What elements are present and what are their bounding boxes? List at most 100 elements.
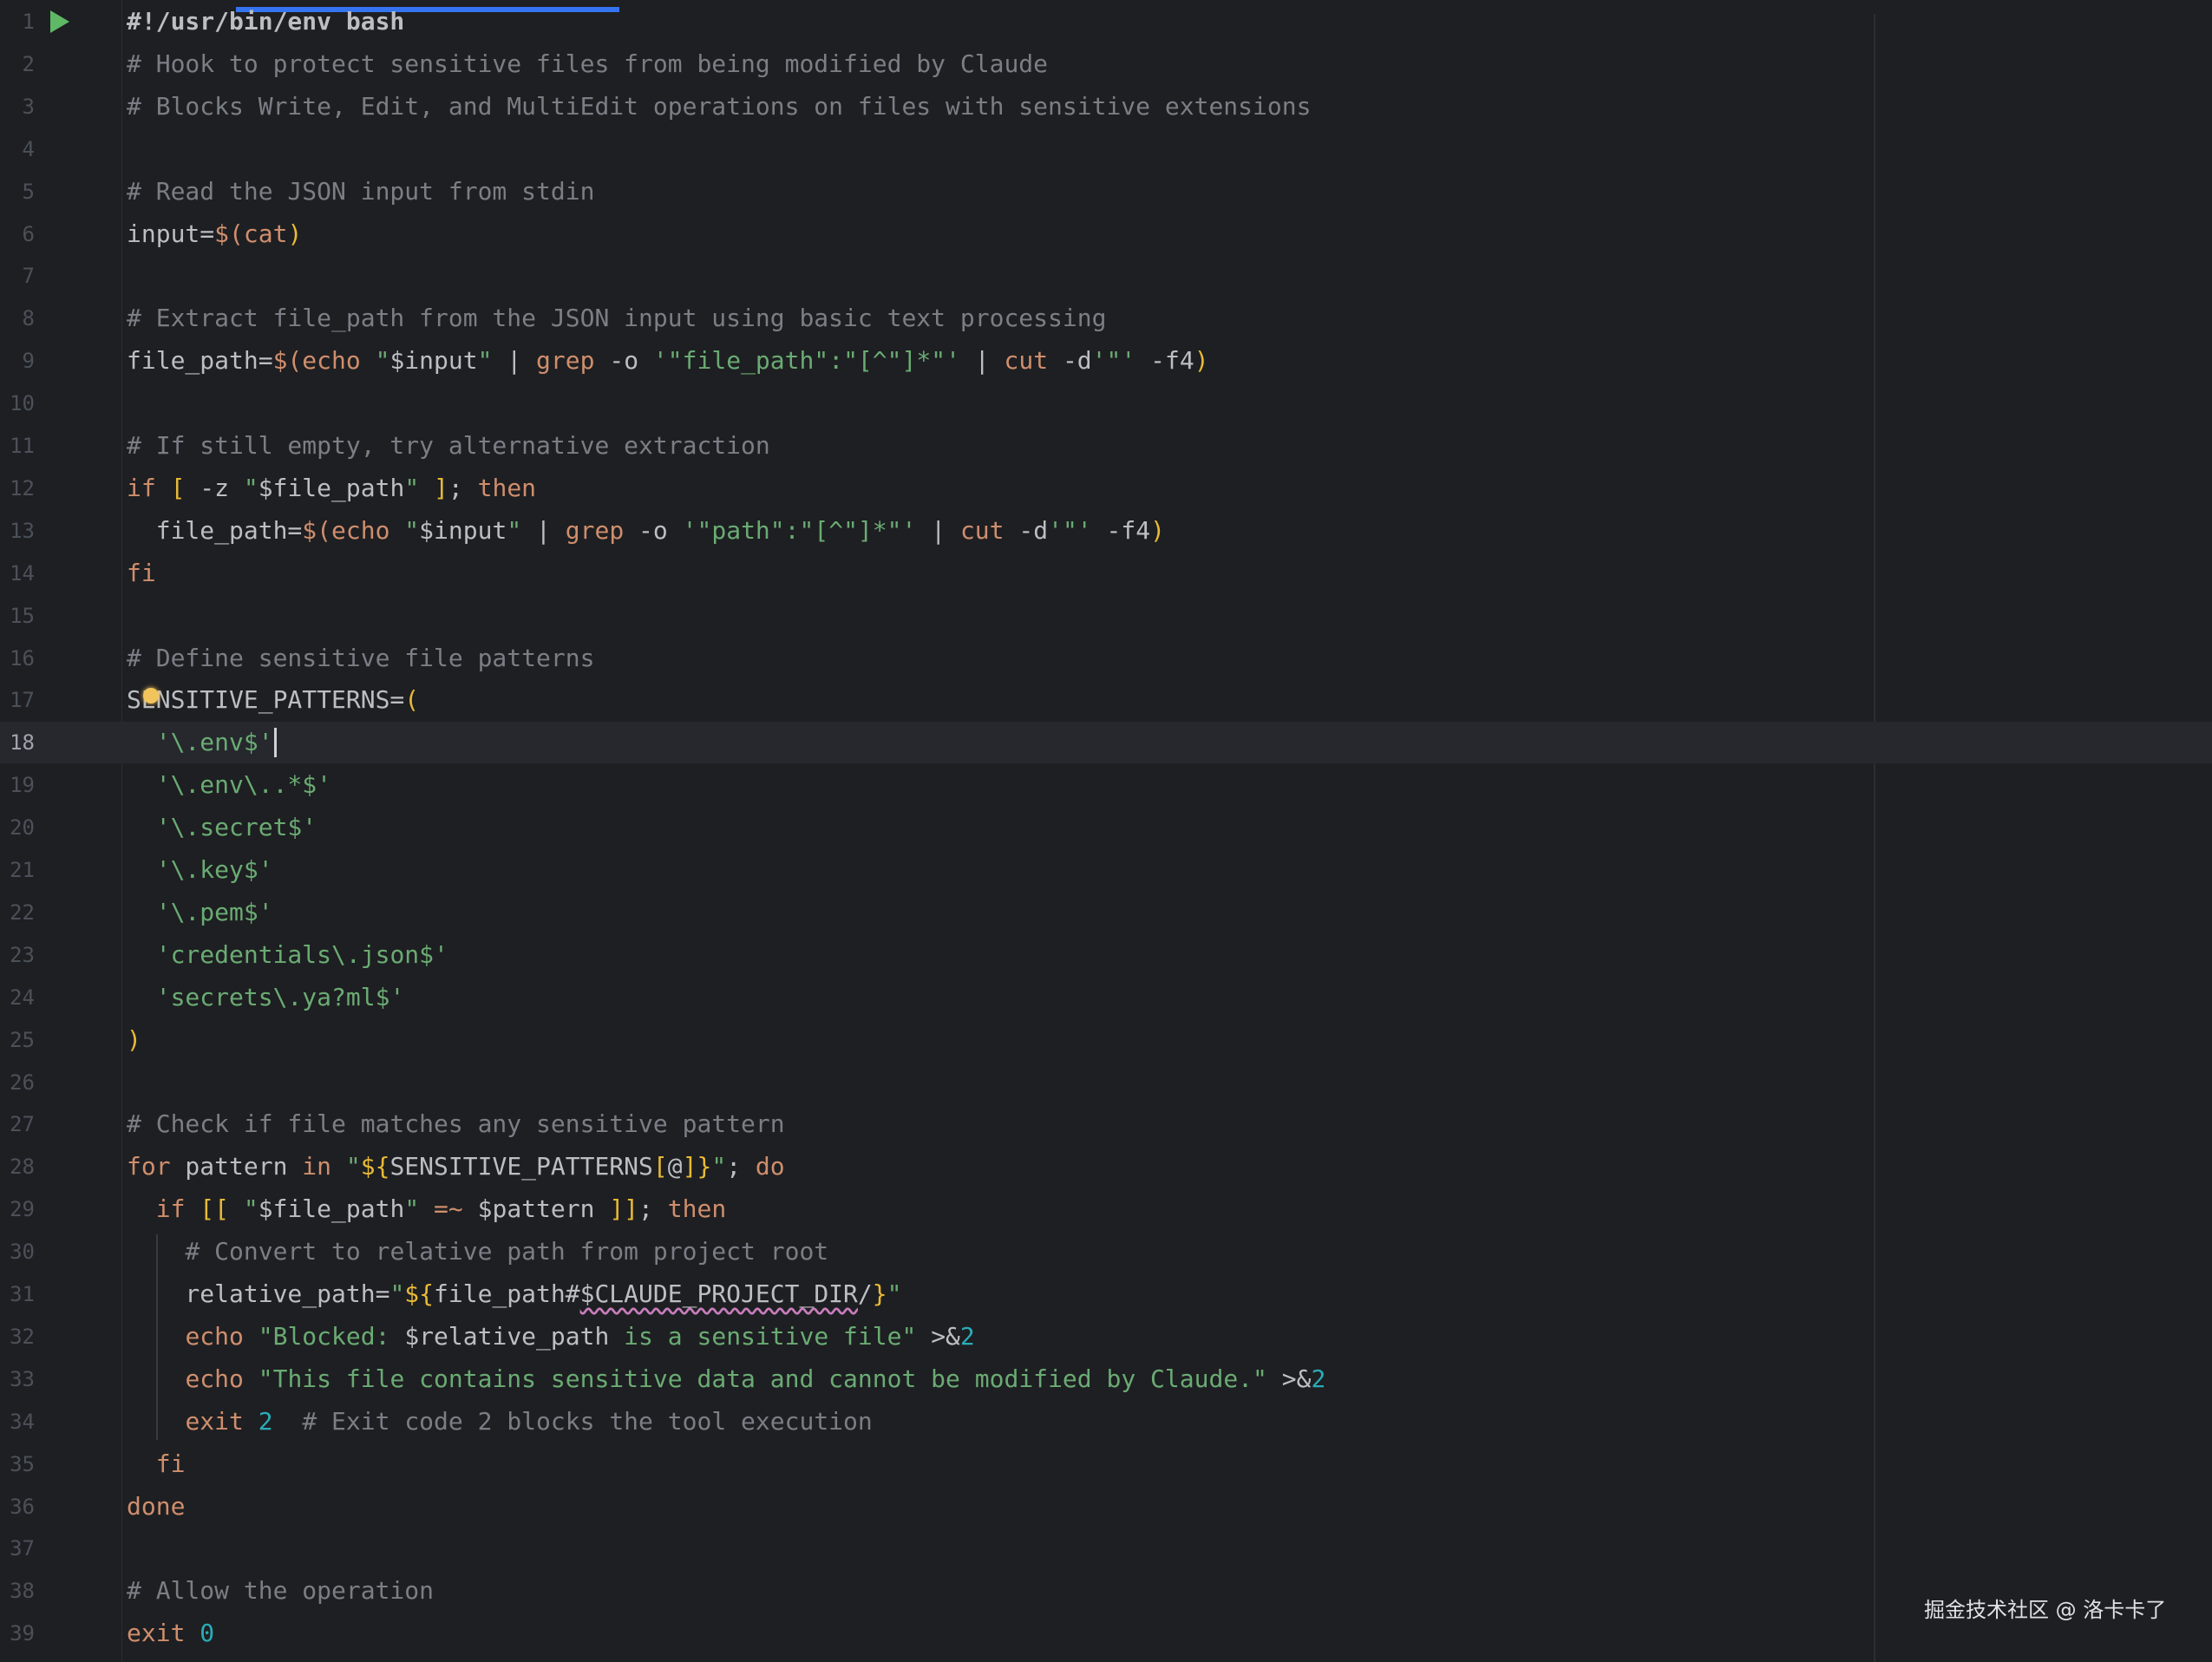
- code-line[interactable]: 30 # Convert to relative path from proje…: [0, 1231, 2212, 1273]
- code-line[interactable]: 34 exit 2 # Exit code 2 blocks the tool …: [0, 1401, 2212, 1443]
- code-line[interactable]: 23 'credentials\.json$': [0, 934, 2212, 976]
- code-line[interactable]: 14 fi: [0, 553, 2212, 594]
- code-token: ]}: [682, 1152, 712, 1181]
- code-line[interactable]: 9 file_path=$(echo "$input" | grep -o '"f…: [0, 340, 2212, 382]
- code-token: grep: [536, 346, 595, 376]
- line-number: 29: [10, 1197, 35, 1222]
- code-editor[interactable]: 1 #!/usr/bin/env bash 2 # Hook to protect s…: [0, 0, 2212, 1662]
- code-token: ": [711, 1152, 727, 1181]
- code-token: -f4: [1135, 346, 1194, 376]
- code-token: ): [1194, 346, 1209, 376]
- code-token: ": [243, 473, 259, 502]
- code-text: '\.pem$': [127, 898, 273, 926]
- code-line[interactable]: 1 #!/usr/bin/env bash: [0, 1, 2212, 43]
- code-line[interactable]: 38 # Allow the operation: [0, 1570, 2212, 1612]
- code-token: '\.env$': [155, 728, 273, 757]
- code-token: ": [507, 515, 522, 545]
- code-line[interactable]: 22 '\.pem$': [0, 892, 2212, 933]
- code-line[interactable]: 39 exit 0: [0, 1613, 2212, 1654]
- code-text: echo "Blocked: $relative_path is a sensi…: [127, 1321, 974, 1351]
- code-text: exit 2 # Exit code 2 blocks the tool exe…: [127, 1406, 872, 1436]
- code-token: [: [652, 1152, 668, 1181]
- code-line[interactable]: 7: [0, 255, 2212, 297]
- code-line[interactable]: 26: [0, 1062, 2212, 1103]
- code-token: then: [477, 473, 537, 502]
- code-token: ": [477, 346, 493, 376]
- code-line[interactable]: 15: [0, 595, 2212, 637]
- run-triangle-icon[interactable]: [50, 10, 69, 33]
- code-token: pattern: [170, 1152, 303, 1181]
- code-token: $CLAUDE_PROJECT_DIR: [579, 1279, 858, 1308]
- code-line[interactable]: 10: [0, 383, 2212, 424]
- code-token: ": [360, 346, 390, 376]
- code-line[interactable]: 16 # Define sensitive file patterns: [0, 638, 2212, 679]
- code-line[interactable]: 13 file_path=$(echo "$input" | grep -o '…: [0, 510, 2212, 552]
- code-text: echo "This file contains sensitive data …: [127, 1364, 1325, 1393]
- code-line[interactable]: 12 if [ -z "$file_path" ]; then: [0, 468, 2212, 509]
- code-line[interactable]: 29 if [[ "$file_path" =~ $pattern ]]; th…: [0, 1188, 2212, 1230]
- code-token: cut: [1004, 346, 1049, 376]
- code-line[interactable]: 28 for pattern in "${SENSITIVE_PATTERNS[@…: [0, 1146, 2212, 1188]
- code-token: '"path":"[^"]*"': [682, 515, 917, 545]
- code-token: ;: [726, 1152, 756, 1181]
- code-line[interactable]: 24 'secrets\.ya?ml$': [0, 977, 2212, 1018]
- code-line[interactable]: 19 '\.env\..*$': [0, 764, 2212, 806]
- code-token: ": [389, 515, 420, 545]
- code-text: ): [127, 1025, 141, 1054]
- code-line[interactable]: 17 SENSITIVE_PATTERNS=(: [0, 679, 2212, 721]
- code-token: # Allow the operation: [127, 1576, 435, 1606]
- code-token: ;: [638, 1194, 668, 1224]
- code-text: # If still empty, try alternative extrac…: [127, 432, 770, 460]
- code-token: -d: [1004, 515, 1049, 545]
- code-line[interactable]: 32 echo "Blocked: $relative_path is a se…: [0, 1316, 2212, 1358]
- code-token: 2: [258, 1406, 273, 1436]
- code-token: # If still empty, try alternative extrac…: [127, 431, 770, 460]
- code-line[interactable]: 27 # Check if file matches any sensitive …: [0, 1103, 2212, 1145]
- code-line[interactable]: 37: [0, 1528, 2212, 1569]
- code-token: '\.env\..*$': [155, 770, 332, 800]
- code-token: is a sensitive file": [609, 1321, 917, 1351]
- line-number: 9: [22, 349, 35, 374]
- code-line[interactable]: 36 done: [0, 1486, 2212, 1528]
- code-line[interactable]: 6 input=$(cat): [0, 213, 2212, 255]
- code-token: exit: [127, 1619, 186, 1648]
- code-token: # Hook to protect sensitive files from b…: [127, 49, 1049, 78]
- code-line[interactable]: 5 # Read the JSON input from stdin: [0, 171, 2212, 213]
- code-line[interactable]: 8 # Extract file_path from the JSON input…: [0, 298, 2212, 339]
- line-number: 34: [10, 1409, 35, 1434]
- code-token: ": [404, 1194, 420, 1224]
- code-token: # Check if file matches any sensitive pa…: [127, 1109, 785, 1139]
- code-token: ": [887, 1279, 902, 1308]
- line-number: 26: [10, 1070, 35, 1095]
- code-token: 'secrets\.ya?ml$': [155, 982, 405, 1011]
- code-line[interactable]: 33 echo "This file contains sensitive da…: [0, 1358, 2212, 1400]
- code-text: file_path=$(echo "$input" | grep -o '"fi…: [127, 347, 1209, 375]
- line-number: 18: [10, 730, 35, 756]
- code-token: -d: [1048, 346, 1092, 376]
- code-token: 0: [200, 1619, 215, 1648]
- code-token: '"': [1048, 515, 1092, 545]
- code-line[interactable]: 2 # Hook to protect sensitive files from …: [0, 43, 2212, 85]
- code-line[interactable]: 11 # If still empty, try alternative extr…: [0, 425, 2212, 467]
- code-line[interactable]: 21 '\.key$': [0, 849, 2212, 891]
- code-token: $(: [302, 515, 332, 545]
- code-line[interactable]: 35 fi: [0, 1443, 2212, 1485]
- code-line[interactable]: 20 '\.secret$': [0, 807, 2212, 848]
- code-token: cut: [959, 515, 1005, 545]
- code-line[interactable]: 18 '\.env$': [0, 722, 2212, 764]
- code-line[interactable]: 40: [0, 1655, 2212, 1662]
- code-token: file_path#: [434, 1279, 580, 1308]
- code-line[interactable]: 25): [0, 1019, 2212, 1061]
- code-line[interactable]: 3 # Blocks Write, Edit, and MultiEdit ope…: [0, 86, 2212, 128]
- code-text: '\.env\..*$': [127, 771, 331, 799]
- code-line[interactable]: 31 relative_path="${file_path#$CLAUDE_PR…: [0, 1273, 2212, 1315]
- line-number: 10: [10, 391, 35, 416]
- line-number: 25: [10, 1027, 35, 1052]
- code-token: in: [302, 1152, 332, 1181]
- code-line[interactable]: 4: [0, 128, 2212, 170]
- code-token: >&: [1266, 1364, 1312, 1393]
